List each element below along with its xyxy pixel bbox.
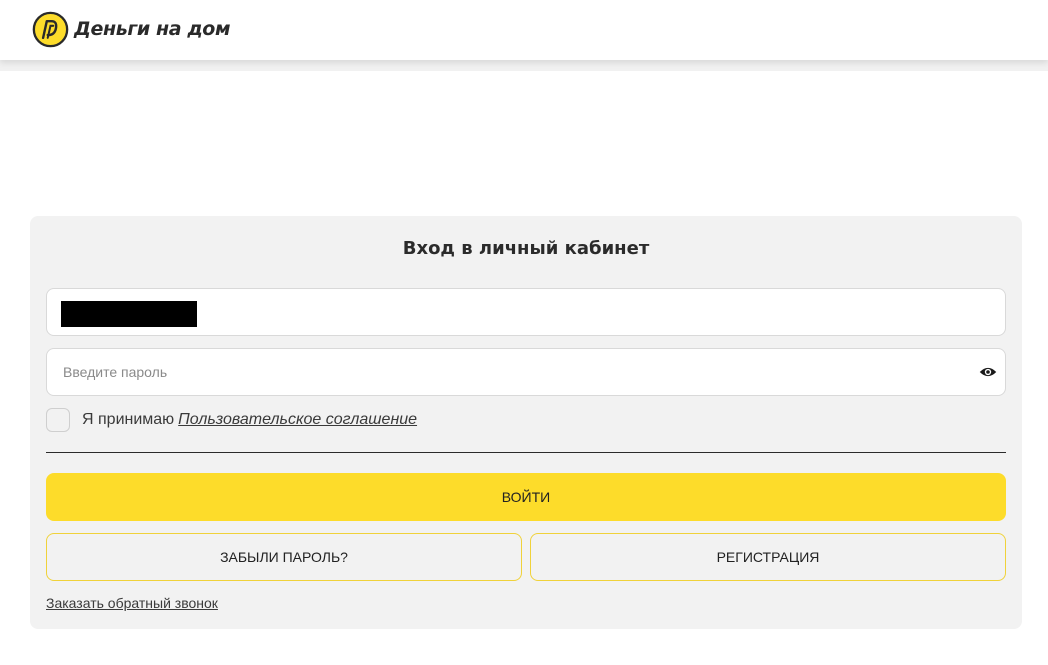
password-field[interactable]: [46, 348, 1006, 396]
forgot-password-button[interactable]: ЗАБЫЛИ ПАРОЛЬ?: [46, 533, 522, 581]
dd-coin-logo-icon: [32, 11, 69, 47]
agreement-checkbox[interactable]: [46, 408, 70, 432]
redacted-login-value: [61, 301, 197, 327]
logo-text: Деньги на дом: [74, 18, 231, 40]
callback-link[interactable]: Заказать обратный звонок: [46, 595, 218, 611]
register-button[interactable]: РЕГИСТРАЦИЯ: [530, 533, 1006, 581]
agreement-row: Я принимаю Пользовательское соглашение: [46, 408, 417, 432]
site-header: Деньги на дом: [0, 0, 1048, 60]
divider: [46, 452, 1006, 453]
login-button[interactable]: ВОЙТИ: [46, 473, 1006, 521]
password-input[interactable]: [47, 349, 1005, 395]
logo[interactable]: Деньги на дом: [32, 10, 231, 48]
eye-icon[interactable]: [979, 364, 997, 380]
user-agreement-link[interactable]: Пользовательское соглашение: [178, 411, 417, 429]
login-card: Вход в личный кабинет Я принимаю Пользов…: [30, 216, 1022, 629]
login-title: Вход в личный кабинет: [402, 238, 650, 259]
agreement-text: Я принимаю: [82, 411, 175, 428]
login-field[interactable]: [46, 288, 1006, 336]
header-shadow-band: [0, 60, 1048, 71]
